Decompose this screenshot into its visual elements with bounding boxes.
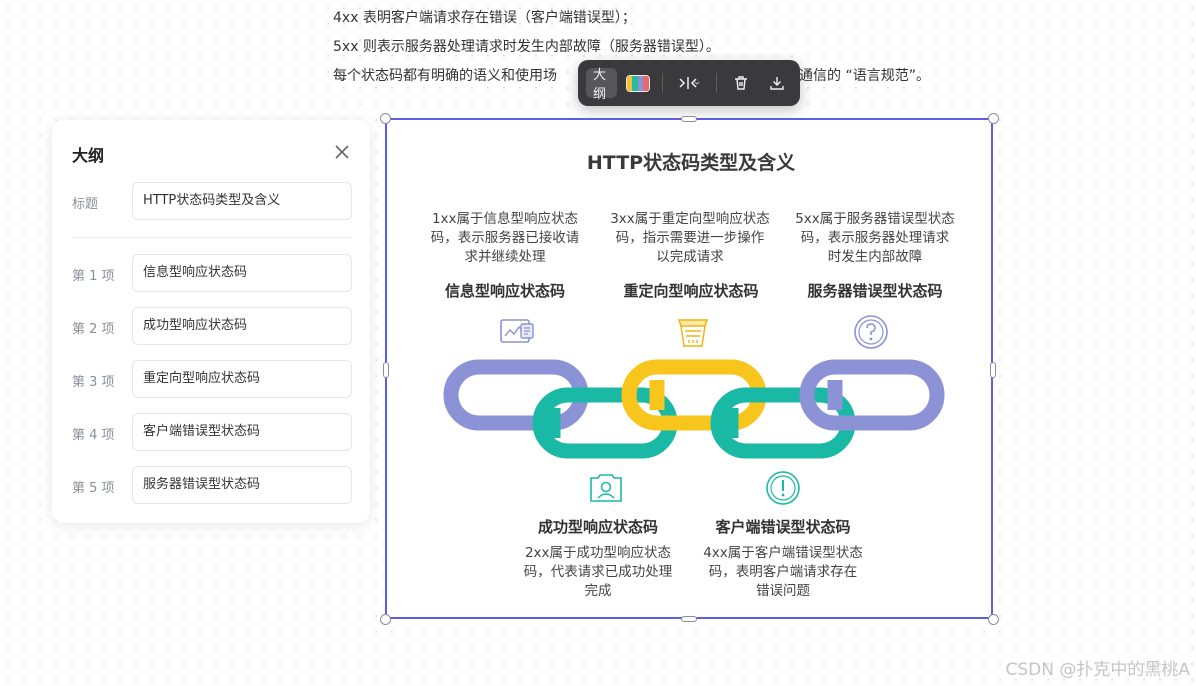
desc-server-error: 5xx属于服务器错误型状态 码，表示服务器处理请求 时发生内部故障 bbox=[785, 210, 965, 267]
outline-item-2: 第 2 项 成功型响应状态码 bbox=[72, 307, 352, 345]
outline-item-1: 第 1 项 信息型响应状态码 bbox=[72, 254, 352, 292]
resize-handle-top-left[interactable] bbox=[380, 113, 391, 124]
doc-line-2: 5xx 则表示服务器处理请求时发生内部故障（服务器错误型）。 bbox=[333, 39, 720, 55]
infographic-title: HTTP状态码类型及含义 bbox=[586, 152, 796, 174]
download-icon bbox=[770, 77, 784, 90]
desc-line: 码，代表请求已成功处理 bbox=[523, 564, 673, 580]
desc-line: 码，表明客户端请求存在 bbox=[708, 564, 858, 580]
question-icon bbox=[851, 312, 891, 352]
cat-informational: 信息型响应状态码 bbox=[444, 282, 565, 300]
desc-line: 3xx属于重定向型响应状态 bbox=[610, 211, 770, 227]
cat-success: 成功型响应状态码 bbox=[537, 518, 658, 536]
floating-toolbar: 大纲 bbox=[578, 60, 800, 106]
palette-swatch-icon bbox=[625, 74, 650, 92]
cat-server-error: 服务器错误型状态码 bbox=[807, 282, 943, 300]
toolbar-divider bbox=[661, 73, 663, 93]
desc-line: 1xx属于信息型响应状态 bbox=[431, 211, 579, 227]
desc-line: 码，表示服务器处理请求 bbox=[800, 230, 950, 246]
desc-line: 码，表示服务器已接收请 bbox=[430, 230, 580, 246]
title-row: 标题 HTTP状态码类型及含义 bbox=[72, 182, 352, 220]
item-input[interactable]: 服务器错误型状态码 bbox=[132, 466, 352, 504]
watermark: CSDN @扑克中的黑桃A bbox=[1005, 660, 1190, 680]
download-button[interactable] bbox=[762, 68, 792, 98]
desc-informational: 1xx属于信息型响应状态 码，表示服务器已接收请 求并继续处理 bbox=[415, 210, 595, 267]
item-label: 第 3 项 bbox=[72, 375, 115, 390]
item-label: 第 4 项 bbox=[72, 428, 115, 443]
desc-line: 码，指示需要进一步操作 bbox=[615, 230, 765, 246]
palette-color-4 bbox=[643, 75, 649, 91]
resize-handle-bottom[interactable] bbox=[681, 616, 697, 622]
desc-line: 4xx属于客户端错误型状态 bbox=[703, 545, 863, 561]
desc-client-error: 4xx属于客户端错误型状态 码，表明客户端请求存在 错误问题 bbox=[693, 544, 873, 601]
close-button[interactable] bbox=[332, 142, 352, 162]
outline-item-4: 第 4 项 客户端错误型状态码 bbox=[72, 413, 352, 451]
alert-icon bbox=[763, 468, 803, 508]
desc-success: 2xx属于成功型响应状态 码，代表请求已成功处理 完成 bbox=[508, 544, 688, 601]
desc-line: 2xx属于成功型响应状态 bbox=[524, 545, 672, 561]
outline-item-5: 第 5 项 服务器错误型状态码 bbox=[72, 466, 352, 504]
item-input[interactable]: 信息型响应状态码 bbox=[132, 254, 352, 292]
delete-button[interactable] bbox=[726, 68, 756, 98]
outline-panel: 大纲 标题 HTTP状态码类型及含义 第 1 项 信息型响应状态码 第 2 项 … bbox=[52, 120, 370, 523]
desc-line: 完成 bbox=[584, 583, 612, 599]
desc-line: 求并继续处理 bbox=[464, 249, 546, 265]
panel-divider bbox=[72, 237, 352, 238]
outline-button[interactable]: 大纲 bbox=[586, 68, 617, 102]
title-field-label: 标题 bbox=[72, 197, 99, 212]
infographic-canvas[interactable]: HTTP状态码类型及含义 1xx属于信息型响应状态 码，表示服务器已接收请 求并… bbox=[385, 118, 993, 619]
item-label: 第 5 项 bbox=[72, 481, 115, 496]
layout-button[interactable] bbox=[671, 68, 707, 98]
user-card-icon bbox=[586, 468, 626, 508]
outline-item-3: 第 3 项 重定向型响应状态码 bbox=[72, 360, 352, 398]
toolbar-divider bbox=[716, 73, 717, 93]
item-label: 第 2 项 bbox=[72, 322, 115, 337]
color-palette-button[interactable] bbox=[623, 68, 653, 98]
cat-redirect: 重定向型响应状态码 bbox=[623, 282, 759, 300]
desc-redirect: 3xx属于重定向型响应状态 码，指示需要进一步操作 以完成请求 bbox=[600, 210, 780, 267]
desc-line: 以完成请求 bbox=[656, 249, 724, 265]
item-input[interactable]: 客户端错误型状态码 bbox=[132, 413, 352, 451]
doc-line-3-end: 效通信的 “语言规范”。 bbox=[785, 68, 930, 84]
doc-line-3-start: 每个状态码都有明确的语义和使用场 bbox=[333, 68, 557, 84]
chain-graphic bbox=[443, 359, 945, 459]
doc-line-1: 4xx 表明客户端请求存在错误（客户端错误型）； bbox=[333, 10, 636, 26]
dashboard-icon bbox=[497, 312, 537, 352]
desc-line: 错误问题 bbox=[756, 583, 810, 599]
layout-icon bbox=[679, 77, 700, 89]
resize-handle-top[interactable] bbox=[681, 116, 697, 122]
close-icon bbox=[335, 145, 349, 159]
item-label: 第 1 项 bbox=[72, 269, 115, 284]
cat-client-error: 客户端错误型状态码 bbox=[715, 518, 851, 536]
basket-icon bbox=[673, 312, 713, 352]
item-input[interactable]: 成功型响应状态码 bbox=[132, 307, 352, 345]
item-input[interactable]: 重定向型响应状态码 bbox=[132, 360, 352, 398]
resize-handle-bottom-left[interactable] bbox=[380, 614, 391, 625]
resize-handle-right[interactable] bbox=[990, 362, 996, 378]
resize-handle-top-right[interactable] bbox=[988, 113, 999, 124]
trash-icon bbox=[735, 76, 747, 90]
panel-title: 大纲 bbox=[72, 146, 105, 165]
resize-handle-left[interactable] bbox=[383, 362, 389, 378]
desc-line: 5xx属于服务器错误型状态 bbox=[795, 211, 955, 227]
resize-handle-bottom-right[interactable] bbox=[988, 614, 999, 625]
desc-line: 时发生内部故障 bbox=[827, 249, 923, 265]
title-input[interactable]: HTTP状态码类型及含义 bbox=[132, 182, 352, 220]
